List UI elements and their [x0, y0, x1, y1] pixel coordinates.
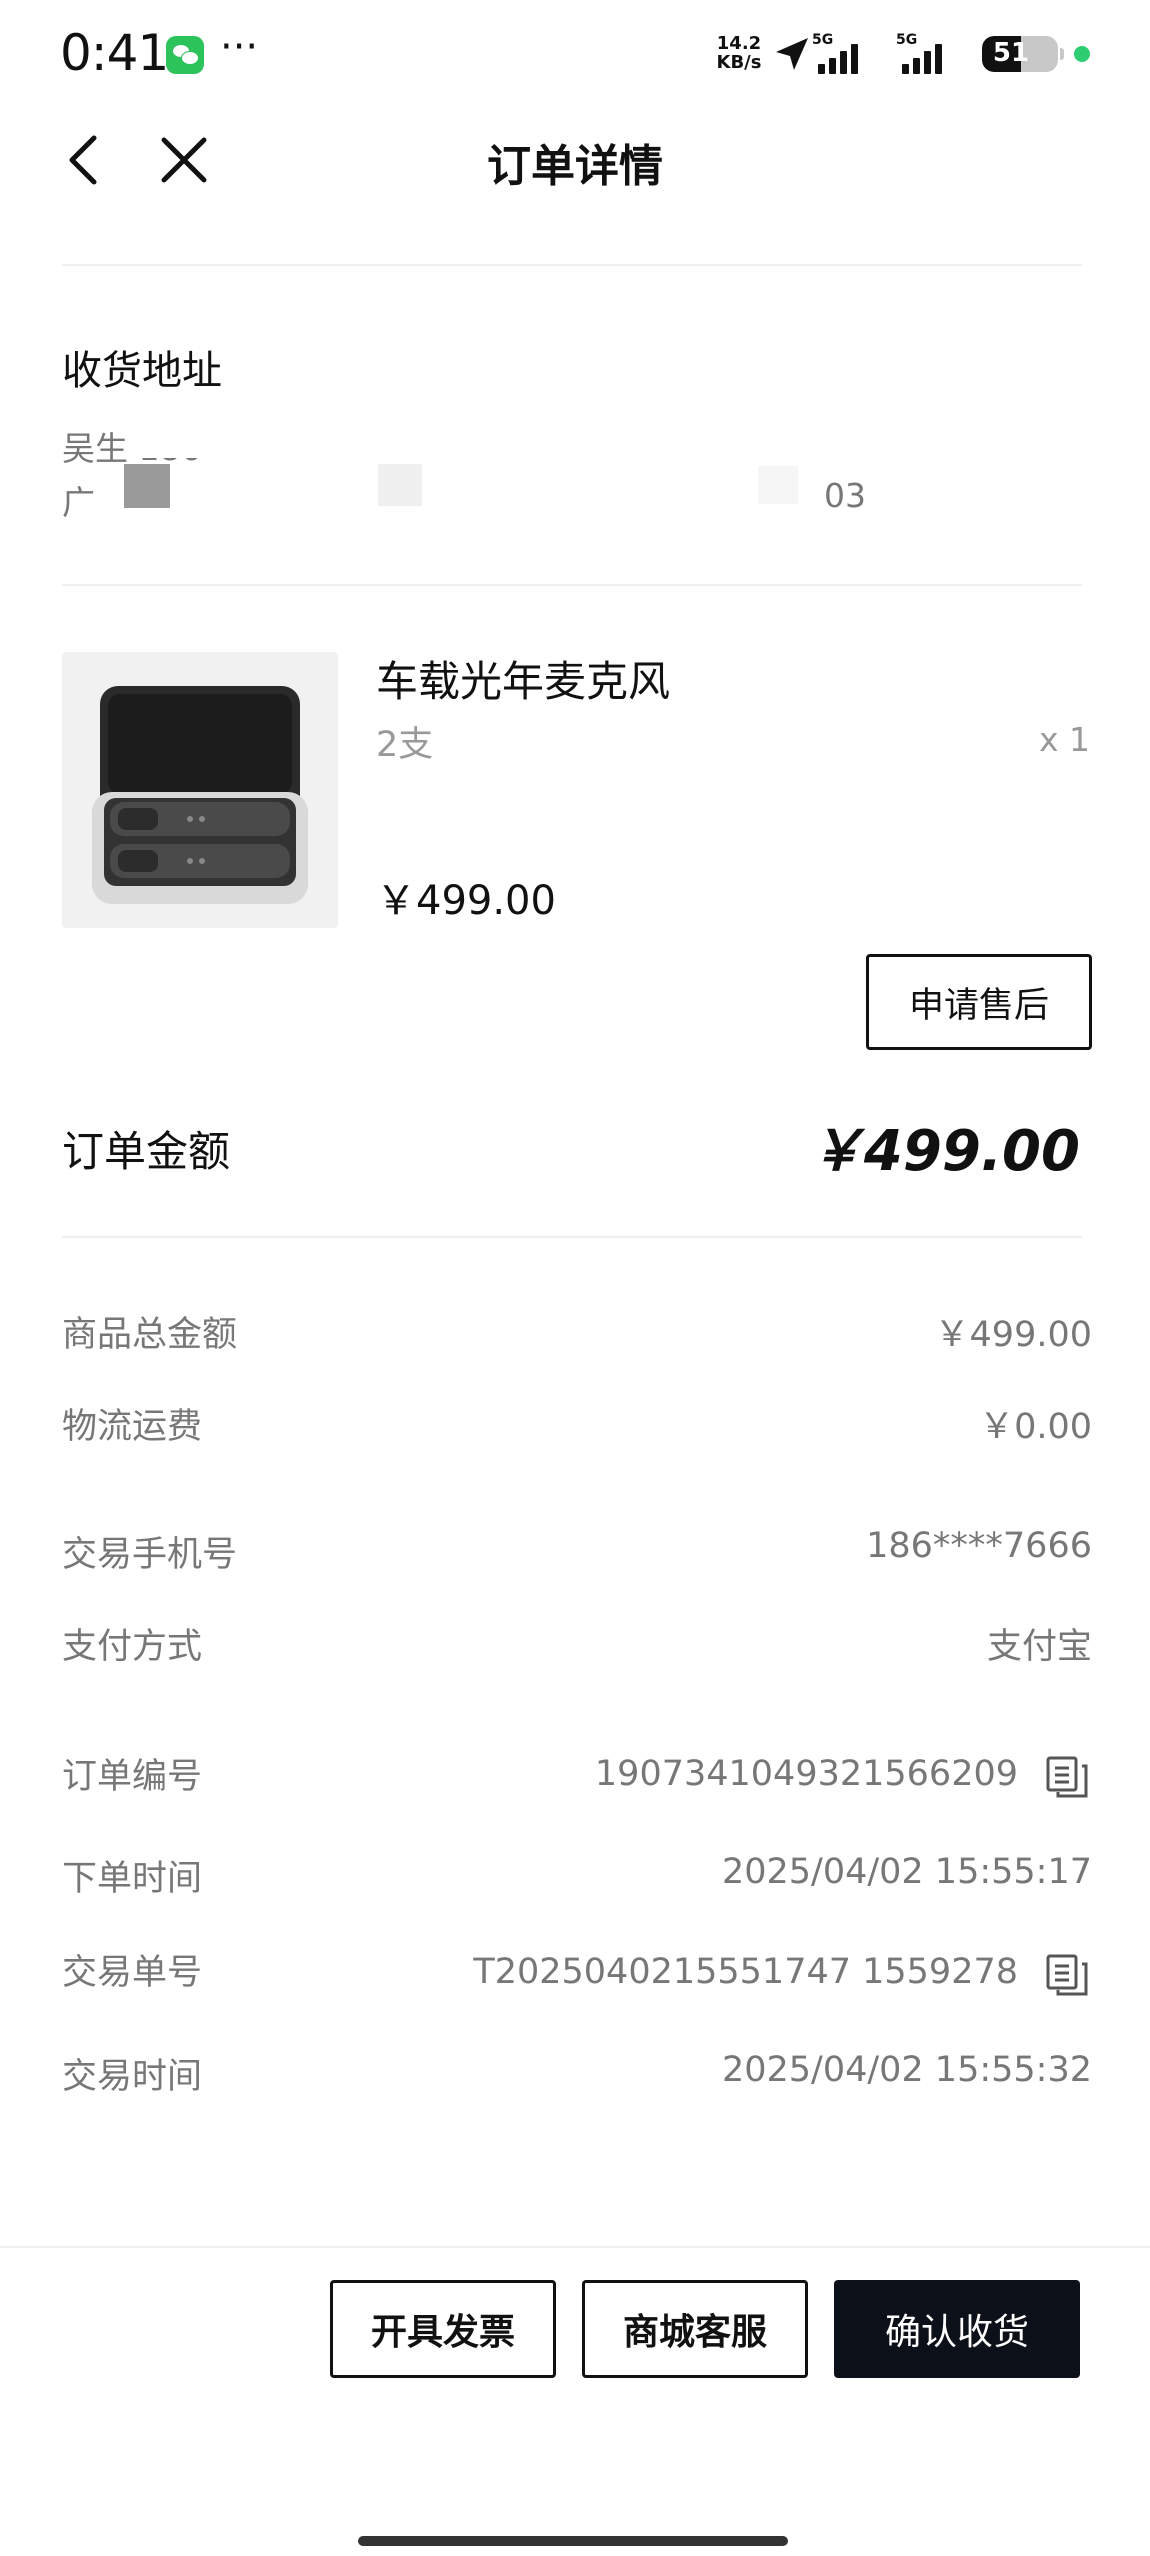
product-name[interactable]: 车载光年麦克风	[376, 648, 670, 709]
shipping-fee-value: ￥0.00	[979, 1407, 1092, 1447]
copy-icon[interactable]	[1044, 1952, 1090, 1998]
divider	[62, 584, 1082, 586]
home-indicator	[358, 2536, 788, 2546]
network-speed-value: 14.2	[716, 33, 762, 54]
transaction-number-label: 交易单号	[62, 1953, 203, 1993]
order-time-label: 下单时间	[62, 1859, 203, 1899]
battery-tip	[1060, 48, 1064, 60]
shipping-fee-label: 物流运费	[62, 1407, 203, 1447]
customer-service-button[interactable]: 商城客服	[582, 2280, 808, 2378]
microphone-case-image	[92, 686, 308, 904]
copy-icon[interactable]	[1044, 1754, 1090, 1800]
bottom-bar-divider	[0, 2246, 1150, 2248]
network-speed-unit: KB/s	[716, 52, 762, 73]
product-price: ￥499.00	[376, 878, 556, 924]
privacy-mask	[378, 464, 422, 506]
divider	[62, 1236, 1082, 1238]
goods-total-value: ￥499.00	[934, 1315, 1092, 1355]
transaction-time-label: 交易时间	[62, 2057, 203, 2097]
payment-method-label: 支付方式	[62, 1627, 203, 1667]
address-title: 收货地址	[62, 348, 222, 394]
privacy-indicator-dot	[1074, 46, 1090, 62]
privacy-mask	[124, 464, 170, 508]
privacy-mask	[758, 466, 798, 504]
battery-level-text: 51	[992, 38, 1030, 68]
transaction-time-value: 2025/04/02 15:55:32	[721, 2050, 1092, 2090]
issue-invoice-button[interactable]: 开具发票	[330, 2280, 556, 2378]
battery-icon: 51	[982, 36, 1058, 72]
product-spec: 2支	[376, 725, 434, 765]
address-detail-end: 03	[824, 476, 866, 515]
address-detail-start: 广	[62, 483, 95, 522]
payment-method-value: 支付宝	[986, 1627, 1092, 1667]
order-amount-value: ￥499.00	[807, 1119, 1080, 1184]
product-quantity: x 1	[1038, 720, 1090, 759]
order-amount-label: 订单金额	[62, 1127, 231, 1176]
transaction-number-value: T2025040215551747 1559278	[473, 1952, 1018, 1992]
order-number-value: 1907341049321566209	[594, 1754, 1018, 1794]
network-speed: 14.2 KB/s	[714, 34, 764, 72]
page-title: 订单详情	[487, 141, 663, 192]
after-sale-button[interactable]: 申请售后	[866, 954, 1092, 1050]
phone-value: 186****7666	[866, 1526, 1092, 1566]
more-notifications-icon: ···	[220, 24, 259, 70]
goods-total-label: 商品总金额	[62, 1315, 238, 1355]
phone-label: 交易手机号	[62, 1535, 238, 1575]
privacy-mask	[130, 432, 240, 458]
location-arrow-icon	[776, 38, 808, 70]
status-bar: 0:41 ··· 14.2 KB/s 5G 5G 51	[0, 0, 1150, 110]
confirm-receipt-button[interactable]: 确认收货	[834, 2280, 1080, 2378]
order-number-label: 订单编号	[62, 1757, 203, 1797]
signal-bars-icon	[818, 44, 858, 74]
divider	[62, 264, 1082, 266]
wechat-icon	[166, 36, 204, 74]
product-image[interactable]	[62, 652, 338, 928]
order-time-value: 2025/04/02 15:55:17	[721, 1852, 1092, 1892]
signal-bars-icon	[902, 44, 942, 74]
status-time: 0:41	[60, 24, 169, 82]
